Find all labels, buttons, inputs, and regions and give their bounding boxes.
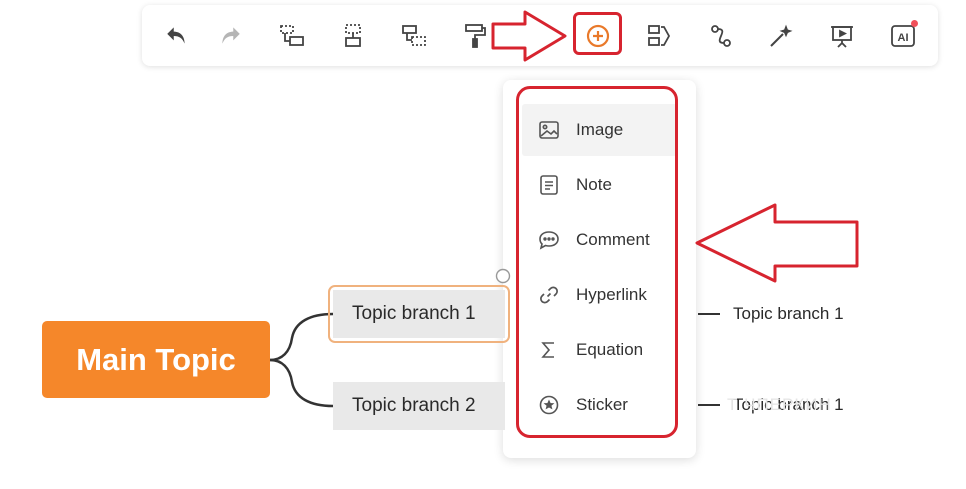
menu-item-note[interactable]: Note	[522, 159, 677, 211]
image-icon	[538, 119, 560, 141]
magic-wand-icon	[770, 24, 793, 47]
hyperlink-icon	[538, 284, 560, 306]
main-topic-node[interactable]: Main Topic	[42, 321, 270, 398]
subtopic-node-1[interactable]: Topic branch 1	[733, 304, 844, 324]
menu-item-label: Note	[576, 175, 612, 194]
redo-icon	[222, 27, 240, 44]
format-painter-button[interactable]	[459, 19, 493, 53]
menu-item-sticker[interactable]: Sticker	[522, 379, 677, 431]
subtopic-icon	[280, 25, 304, 46]
connector-branch-2	[269, 358, 334, 408]
insert-button-highlight	[573, 12, 622, 55]
menu-item-hyperlink[interactable]: Hyperlink	[522, 269, 677, 321]
topic-branch-2-node[interactable]: Topic branch 2	[333, 382, 505, 430]
presentation-icon	[831, 26, 853, 48]
menu-item-equation[interactable]: Equation	[522, 324, 677, 376]
selection-outline	[328, 285, 510, 343]
ai-icon: AI	[891, 25, 915, 47]
menu-item-label: Equation	[576, 340, 644, 359]
floating-topic-button[interactable]	[397, 19, 431, 53]
undo-button[interactable]	[160, 19, 194, 53]
note-icon	[538, 174, 560, 196]
magic-wand-button[interactable]	[764, 19, 798, 53]
insert-menu: Image Note Comment Hyperlink Equation St…	[503, 80, 696, 458]
menu-item-comment[interactable]: Comment	[522, 214, 677, 266]
menu-item-label: Comment	[576, 230, 650, 249]
text-button[interactable]	[520, 19, 554, 53]
sticker-icon	[538, 394, 560, 416]
subtopic-button[interactable]	[275, 19, 309, 53]
annotation-arrow-left-icon	[695, 203, 859, 283]
ai-button[interactable]: AI	[886, 19, 920, 53]
relationship-button[interactable]	[704, 19, 738, 53]
format-painter-icon	[465, 24, 486, 48]
svg-text:AI: AI	[898, 32, 909, 44]
text-icon	[525, 24, 549, 48]
undo-icon	[167, 27, 185, 44]
sibling-topic-button[interactable]	[336, 19, 370, 53]
sibling-topic-icon	[345, 24, 361, 47]
menu-item-label: Hyperlink	[576, 285, 647, 304]
menu-item-label: Image	[576, 120, 624, 139]
toolbar: AI	[142, 5, 938, 66]
connector-branch-1	[269, 312, 334, 362]
boundary-icon	[648, 25, 671, 46]
equation-icon	[538, 339, 560, 361]
relationship-icon	[711, 25, 731, 47]
comment-icon	[538, 229, 560, 251]
presentation-button[interactable]	[825, 19, 859, 53]
menu-item-label: Sticker	[576, 395, 628, 414]
boundary-button[interactable]	[642, 19, 676, 53]
watermark: Т ЧПЕРКИН	[727, 395, 832, 414]
notification-dot	[911, 20, 918, 27]
redo-button[interactable]	[213, 19, 247, 53]
menu-item-image[interactable]: Image	[522, 104, 677, 156]
floating-topic-icon	[402, 25, 426, 46]
